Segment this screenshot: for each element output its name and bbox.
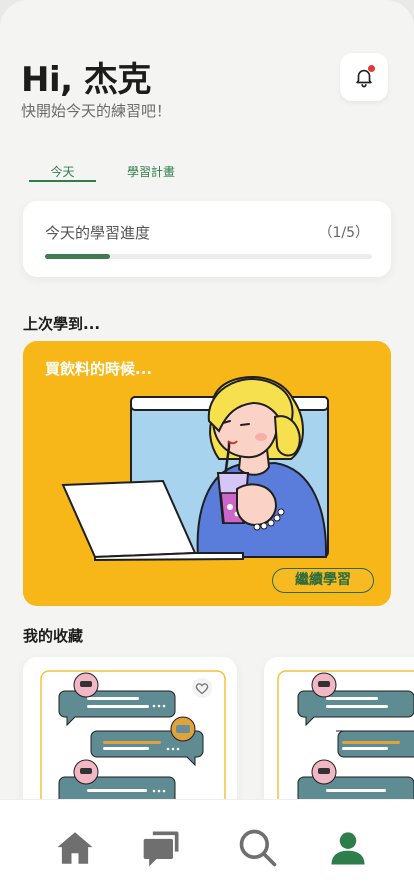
heart-outline-icon [191,677,213,699]
daily-progress-card: 今天的學習進度 （1/5） [23,201,391,277]
greeting-subtitle: 快開始今天的練習吧！ [21,102,172,120]
home-icon [57,832,93,864]
chat-icon [143,831,179,867]
progress-fill [45,254,111,259]
search-icon [239,829,277,867]
last-learned-card-title: 買飲料的時候... [45,360,153,378]
bottom-navigation [0,799,414,896]
favorite-card[interactable] [264,657,414,817]
continue-learning-button[interactable]: 繼續學習 [272,568,374,593]
last-learned-card[interactable]: 買飲料的時候... 繼續學習 [23,341,391,606]
tab-today[interactable]: 今天 [29,163,96,182]
notification-dot [368,65,375,72]
last-learned-title: 上次學到... [23,315,101,333]
notification-button[interactable] [340,53,388,101]
progress-count: （1/5） [318,225,369,241]
nav-search[interactable] [234,824,282,872]
favorite-card[interactable] [23,657,237,817]
favorite-heart-button[interactable] [191,677,213,699]
profile-icon [331,832,365,865]
nav-chat[interactable] [138,824,186,872]
conversation-illustration [277,670,414,817]
progress-track [45,254,372,259]
nav-profile[interactable] [324,824,372,872]
drinking-illustration [61,376,329,562]
favorites-title: 我的收藏 [23,627,84,645]
greeting-title: Hi, 杰克 [21,60,151,100]
tab-study-plan[interactable]: 學習計畫 [96,163,206,182]
app-screen: Hi, 杰克 快開始今天的練習吧！ 今天 學習計畫 今天的學習進度 （1/5） … [0,0,414,896]
nav-home[interactable] [51,824,99,872]
progress-label: 今天的學習進度 [45,224,151,242]
tab-bar: 今天 學習計畫 [29,163,206,182]
